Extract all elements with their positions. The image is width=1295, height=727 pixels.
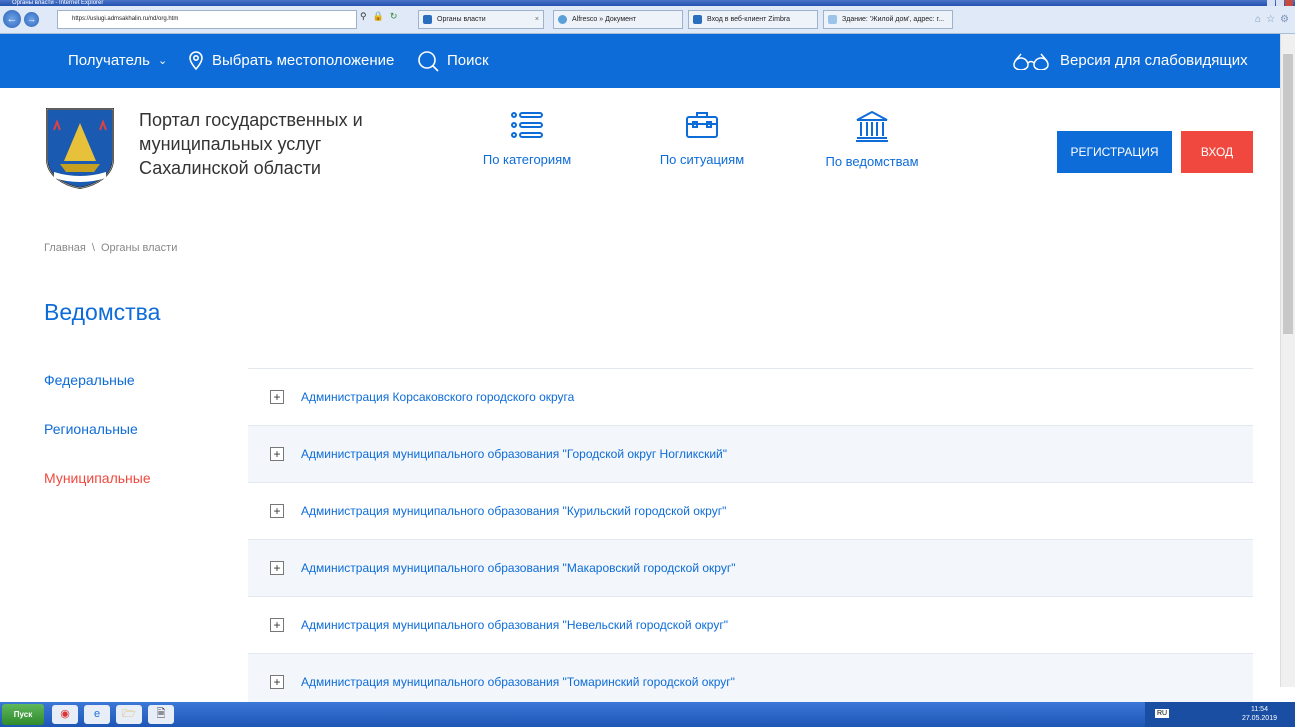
tab-3[interactable]: Вход в веб-клиент Zimbra bbox=[688, 10, 818, 29]
site-header: Портал государственных и муниципальных у… bbox=[0, 88, 1280, 218]
forward-button[interactable]: → bbox=[24, 12, 39, 27]
list-item[interactable]: + Администрация муниципального образовани… bbox=[248, 425, 1253, 482]
home-icon[interactable]: ⌂ bbox=[1255, 14, 1261, 25]
page-title: Ведомства bbox=[44, 299, 161, 325]
expand-plus-icon[interactable]: + bbox=[270, 618, 284, 632]
favicon-icon bbox=[693, 15, 702, 24]
location-button[interactable]: Выбрать местоположение bbox=[188, 34, 394, 88]
tab-4[interactable]: Здание: 'Жилой дом', адрес: г... bbox=[823, 10, 953, 29]
internet-explorer-icon[interactable]: e bbox=[84, 705, 110, 724]
nav-by-situation[interactable]: По ситуациям bbox=[632, 110, 772, 167]
folder-icon[interactable]: 🗁 bbox=[116, 705, 142, 724]
glasses-icon bbox=[1013, 53, 1049, 70]
expand-plus-icon[interactable]: + bbox=[270, 447, 284, 461]
sidemenu-item-federal[interactable]: Федеральные bbox=[44, 372, 151, 421]
location-pin-icon bbox=[189, 51, 203, 71]
expand-plus-icon[interactable]: + bbox=[270, 561, 284, 575]
list-item[interactable]: + Администрация Корсаковского городского … bbox=[248, 368, 1253, 425]
language-indicator[interactable]: RU bbox=[1155, 709, 1170, 718]
gear-icon[interactable]: ⚙ bbox=[1280, 14, 1289, 25]
expand-plus-icon[interactable]: + bbox=[270, 390, 284, 404]
favicon-icon bbox=[423, 15, 432, 24]
breadcrumb: Главная \ Органы власти bbox=[44, 242, 177, 254]
page-scrollbar[interactable] bbox=[1280, 34, 1295, 687]
favicon-icon bbox=[558, 15, 567, 24]
chrome-icon[interactable]: ◉ bbox=[52, 705, 78, 724]
document-icon[interactable]: 🗎 bbox=[148, 705, 174, 724]
tab-1[interactable]: Органы власти × bbox=[418, 10, 544, 29]
recipient-dropdown[interactable]: Получатель ⌄ bbox=[68, 34, 167, 88]
expand-plus-icon[interactable]: + bbox=[270, 504, 284, 518]
list-item[interactable]: + Администрация муниципального образовани… bbox=[248, 482, 1253, 539]
portal-title[interactable]: Портал государственных и муниципальных у… bbox=[139, 108, 399, 180]
taskbar: Пуск ◉ e 🗁 🗎 RU 11:54 27.05.2019 bbox=[0, 702, 1295, 727]
top-navigation: Получатель ⌄ Выбрать местоположение Поиск… bbox=[0, 34, 1280, 88]
briefcase-icon bbox=[686, 112, 718, 138]
nav-by-category[interactable]: По категориям bbox=[457, 110, 597, 167]
clock[interactable]: 11:54 27.05.2019 bbox=[1242, 705, 1277, 723]
search-icon bbox=[418, 51, 439, 72]
chevron-down-icon: ⌄ bbox=[158, 55, 168, 67]
lock-icon[interactable]: 🔒 bbox=[373, 11, 384, 22]
government-building-icon bbox=[856, 110, 888, 142]
tab-2[interactable]: Alfresco » Документ bbox=[553, 10, 683, 29]
nav-by-department[interactable]: По ведомствам bbox=[802, 110, 942, 169]
favicon-icon bbox=[828, 15, 837, 24]
login-button[interactable]: Вход bbox=[1181, 131, 1253, 173]
search-button[interactable]: Поиск bbox=[417, 34, 489, 88]
start-button[interactable]: Пуск bbox=[2, 704, 44, 725]
close-tab-icon[interactable]: × bbox=[535, 11, 539, 28]
scrollbar-thumb[interactable] bbox=[1283, 54, 1293, 334]
list-item[interactable]: + Администрация муниципального образовани… bbox=[248, 596, 1253, 653]
low-vision-button[interactable]: Версия для слабовидящих bbox=[1012, 34, 1248, 88]
sidemenu-item-regional[interactable]: Региональные bbox=[44, 421, 151, 470]
register-button[interactable]: Регистрация bbox=[1057, 131, 1172, 173]
refresh-icon[interactable]: ↻ bbox=[390, 11, 398, 22]
expand-plus-icon[interactable]: + bbox=[270, 675, 284, 689]
search-icon[interactable]: ⚲ bbox=[360, 11, 367, 22]
list-item[interactable]: + Администрация муниципального образовани… bbox=[248, 539, 1253, 596]
breadcrumb-home-link[interactable]: Главная bbox=[44, 242, 86, 254]
department-list: + Администрация Корсаковского городского … bbox=[248, 368, 1253, 710]
back-button[interactable]: ← bbox=[3, 10, 21, 28]
system-tray: RU 11:54 27.05.2019 bbox=[1145, 702, 1295, 727]
list-icon bbox=[511, 112, 543, 138]
browser-toolbar: ← → https://uslugi.admsakhalin.ru/nd/org… bbox=[0, 6, 1295, 34]
sakhalin-coat-of-arms-logo[interactable] bbox=[44, 106, 116, 190]
favorites-icon[interactable]: ☆ bbox=[1266, 14, 1275, 25]
breadcrumb-current: Органы власти bbox=[100, 242, 178, 254]
address-bar[interactable]: https://uslugi.admsakhalin.ru/nd/org.htm bbox=[57, 10, 357, 29]
department-type-menu: Федеральные Региональные Муниципальные bbox=[44, 372, 151, 519]
breadcrumb-separator: \ bbox=[91, 242, 95, 254]
sidemenu-item-municipal[interactable]: Муниципальные bbox=[44, 470, 151, 519]
